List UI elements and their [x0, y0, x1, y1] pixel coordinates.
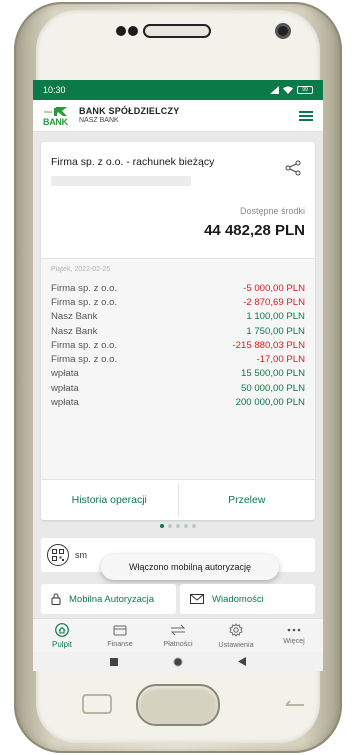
transaction-amount: -5 000,00 PLN — [243, 282, 305, 294]
nav-item-ustawienia[interactable]: Ustawienia — [207, 619, 265, 652]
account-title: Firma sp. z o.o. - rachunek bieżący — [51, 156, 215, 168]
phone-screen: 10:30 99 nasz BANK BANK SPÓŁDZIELCZY NAS… — [33, 80, 323, 671]
hardware-back-key-icon[interactable] — [284, 699, 306, 709]
transaction-amount: 1 750,00 PLN — [246, 325, 305, 337]
status-time: 10:30 — [43, 85, 66, 95]
transaction-description: wpłata — [51, 368, 79, 380]
available-funds-amount: 44 482,28 PLN — [204, 222, 305, 239]
transaction-row[interactable]: wpłata 200 000,00 PLN — [51, 395, 305, 409]
transactions-list: Firma sp. z o.o. -5 000,00 PLN Firma sp. z… — [51, 281, 305, 410]
transaction-description: Firma sp. z o.o. — [51, 354, 118, 366]
phone-sensor-right — [128, 26, 138, 36]
transaction-description: Firma sp. z o.o. — [51, 339, 118, 351]
transfer-button[interactable]: Przelew — [179, 480, 316, 520]
nav-label: Płatności — [163, 638, 193, 648]
transaction-description: Nasz Bank — [51, 311, 98, 323]
pager-dot[interactable] — [176, 524, 180, 528]
hardware-recents-key[interactable] — [82, 694, 112, 714]
bank-logo: nasz BANK — [43, 105, 73, 127]
gear-icon — [229, 622, 243, 637]
status-bar: 10:30 99 — [33, 80, 323, 100]
transaction-amount: -215 880,03 PLN — [232, 339, 305, 351]
transaction-row[interactable]: wpłata 50 000,00 PLN — [51, 381, 305, 395]
mobile-auth-label: Mobilna Autoryzacja — [69, 593, 155, 605]
wallet-icon — [113, 625, 127, 635]
menu-icon[interactable] — [299, 109, 313, 123]
pager-dot[interactable] — [160, 524, 164, 528]
status-icons: 99 — [270, 86, 313, 94]
transaction-row[interactable]: Firma sp. z o.o. -5 000,00 PLN — [51, 281, 305, 295]
recents-icon[interactable] — [110, 657, 119, 666]
transaction-amount: 200 000,00 PLN — [235, 397, 305, 409]
transaction-description: Firma sp. z o.o. — [51, 296, 118, 308]
transaction-row[interactable]: Nasz Bank 1 750,00 PLN — [51, 324, 305, 338]
envelope-icon — [190, 594, 204, 604]
transaction-amount: -2 870,69 PLN — [243, 296, 305, 308]
back-triangle-icon[interactable] — [237, 657, 246, 666]
nav-label: Finanse — [107, 638, 133, 648]
transaction-amount: 50 000,00 PLN — [240, 382, 305, 394]
bottom-nav: Pulpit Finanse Płatności Ustawienia Więc… — [33, 618, 323, 652]
qr-label: sm — [75, 550, 87, 560]
hardware-home-button[interactable] — [136, 684, 220, 726]
app-header: nasz BANK BANK SPÓŁDZIELCZY NASZ BANK — [33, 100, 323, 132]
transaction-description: wpłata — [51, 382, 79, 394]
wifi-icon — [283, 86, 293, 94]
carousel-pager[interactable] — [33, 524, 323, 528]
system-nav-bar — [33, 652, 323, 671]
phone-speaker-grille — [143, 24, 211, 38]
signal-icon — [270, 86, 279, 94]
transfer-arrows-icon — [170, 624, 186, 635]
available-funds-label: Dostępne środki — [239, 206, 305, 216]
lock-icon — [51, 593, 61, 605]
more-dots-icon — [287, 628, 301, 631]
transaction-amount: -17,00 PLN — [256, 354, 305, 366]
transaction-description: Nasz Bank — [51, 325, 98, 337]
account-card[interactable]: Firma sp. z o.o. - rachunek bieżący Dost… — [41, 142, 315, 520]
toast-message: Włączono mobilną autoryzację — [101, 554, 279, 580]
transactions-panel: Piątek, 2022-02-25 Firma sp. z o.o. -5 00… — [41, 258, 315, 480]
bank-name-line1: BANK SPÓŁDZIELCZY — [79, 105, 180, 116]
account-number-masked — [51, 176, 191, 186]
pager-dot[interactable] — [184, 524, 188, 528]
nav-label: Pulpit — [51, 639, 72, 649]
history-button[interactable]: Historia operacji — [41, 480, 178, 520]
home-icon — [55, 622, 69, 637]
home-circle-icon[interactable] — [173, 657, 183, 667]
bank-name: BANK SPÓŁDZIELCZY NASZ BANK — [79, 105, 180, 125]
nav-label: Ustawienia — [218, 639, 254, 649]
bank-name-line2: NASZ BANK — [79, 116, 119, 124]
transaction-row[interactable]: Firma sp. z o.o. -215 880,03 PLN — [51, 338, 305, 352]
transactions-date: Piątek, 2022-02-25 — [51, 266, 111, 273]
nav-item-finanse[interactable]: Finanse — [91, 619, 149, 652]
transaction-amount: 15 500,00 PLN — [240, 368, 305, 380]
phone-camera — [275, 23, 291, 39]
logo-small-text: nasz — [44, 108, 53, 114]
battery-icon: 99 — [297, 86, 313, 94]
nav-item-pulpit[interactable]: Pulpit — [33, 619, 91, 652]
pager-dot[interactable] — [192, 524, 196, 528]
mobile-auth-tile[interactable]: Mobilna Autoryzacja — [41, 584, 176, 614]
transaction-description: wpłata — [51, 397, 79, 409]
pager-dot[interactable] — [168, 524, 172, 528]
transaction-description: Firma sp. z o.o. — [51, 282, 118, 294]
nav-label: Więcej — [283, 635, 305, 645]
phone-sensor-left — [116, 26, 126, 36]
transaction-row[interactable]: wpłata 15 500,00 PLN — [51, 367, 305, 381]
share-icon[interactable] — [285, 160, 301, 176]
messages-tile[interactable]: Wiadomości — [180, 584, 315, 614]
nav-item-platnosci[interactable]: Płatności — [149, 619, 207, 652]
messages-label: Wiadomości — [212, 593, 264, 605]
card-actions: Historia operacji Przelew — [41, 480, 315, 520]
quick-tiles: Mobilna Autoryzacja Wiadomości — [41, 584, 315, 614]
transaction-amount: 1 100,00 PLN — [246, 311, 305, 323]
transaction-row[interactable]: Firma sp. z o.o. -17,00 PLN — [51, 352, 305, 366]
transaction-row[interactable]: Firma sp. z o.o. -2 870,69 PLN — [51, 295, 305, 309]
transaction-row[interactable]: Nasz Bank 1 100,00 PLN — [51, 310, 305, 324]
qr-code-icon — [47, 544, 69, 566]
nav-item-wiecej[interactable]: Więcej — [265, 619, 323, 652]
logo-big-text: BANK — [43, 116, 68, 127]
